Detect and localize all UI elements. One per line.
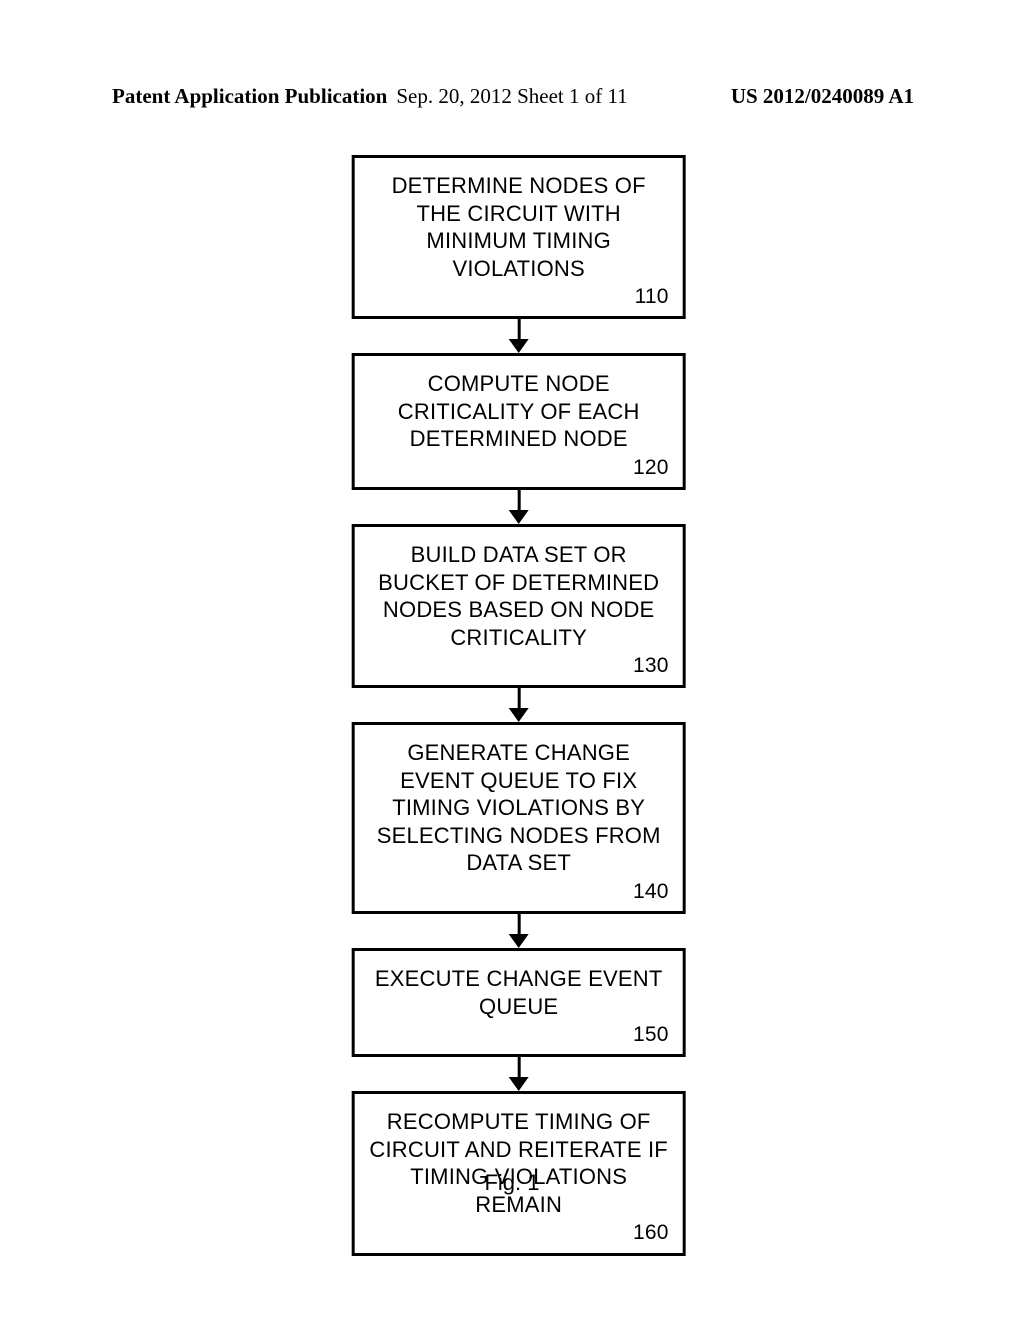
flow-box-number: 130 <box>369 653 669 679</box>
arrow-icon <box>509 688 529 722</box>
flow-box-140: GENERATE CHANGE EVENT QUEUE TO FIX TIMIN… <box>352 722 686 914</box>
flow-box-text: COMPUTE NODE CRITICALITY OF EACH DETERMI… <box>369 370 669 453</box>
flow-box-text: BUILD DATA SET OR BUCKET OF DETERMINED N… <box>369 541 669 651</box>
flow-box-110: DETERMINE NODES OF THE CIRCUIT WITH MINI… <box>352 155 686 319</box>
flow-box-130: BUILD DATA SET OR BUCKET OF DETERMINED N… <box>352 524 686 688</box>
flow-box-number: 110 <box>369 284 669 310</box>
flow-box-text: EXECUTE CHANGE EVENT QUEUE <box>369 965 669 1020</box>
flow-box-number: 120 <box>369 455 669 481</box>
flow-box-number: 160 <box>369 1220 669 1246</box>
arrow-icon <box>509 1057 529 1091</box>
flowchart: DETERMINE NODES OF THE CIRCUIT WITH MINI… <box>352 155 686 1256</box>
flow-box-text: DETERMINE NODES OF THE CIRCUIT WITH MINI… <box>369 172 669 282</box>
flow-box-number: 150 <box>369 1022 669 1048</box>
arrow-icon <box>509 490 529 524</box>
arrow-icon <box>509 319 529 353</box>
header-left: Patent Application Publication <box>112 84 387 109</box>
header-center: Sep. 20, 2012 Sheet 1 of 11 <box>396 84 627 109</box>
flow-box-text: GENERATE CHANGE EVENT QUEUE TO FIX TIMIN… <box>369 739 669 877</box>
flow-box-text: RECOMPUTE TIMING OF CIRCUIT AND REITERAT… <box>369 1108 669 1218</box>
page: Patent Application Publication Sep. 20, … <box>0 0 1024 1320</box>
header-right: US 2012/0240089 A1 <box>731 84 914 109</box>
flow-box-number: 140 <box>369 879 669 905</box>
flow-box-150: EXECUTE CHANGE EVENT QUEUE 150 <box>352 948 686 1057</box>
arrow-icon <box>509 914 529 948</box>
figure-label: Fig. 1 <box>484 1170 539 1196</box>
flow-box-120: COMPUTE NODE CRITICALITY OF EACH DETERMI… <box>352 353 686 490</box>
